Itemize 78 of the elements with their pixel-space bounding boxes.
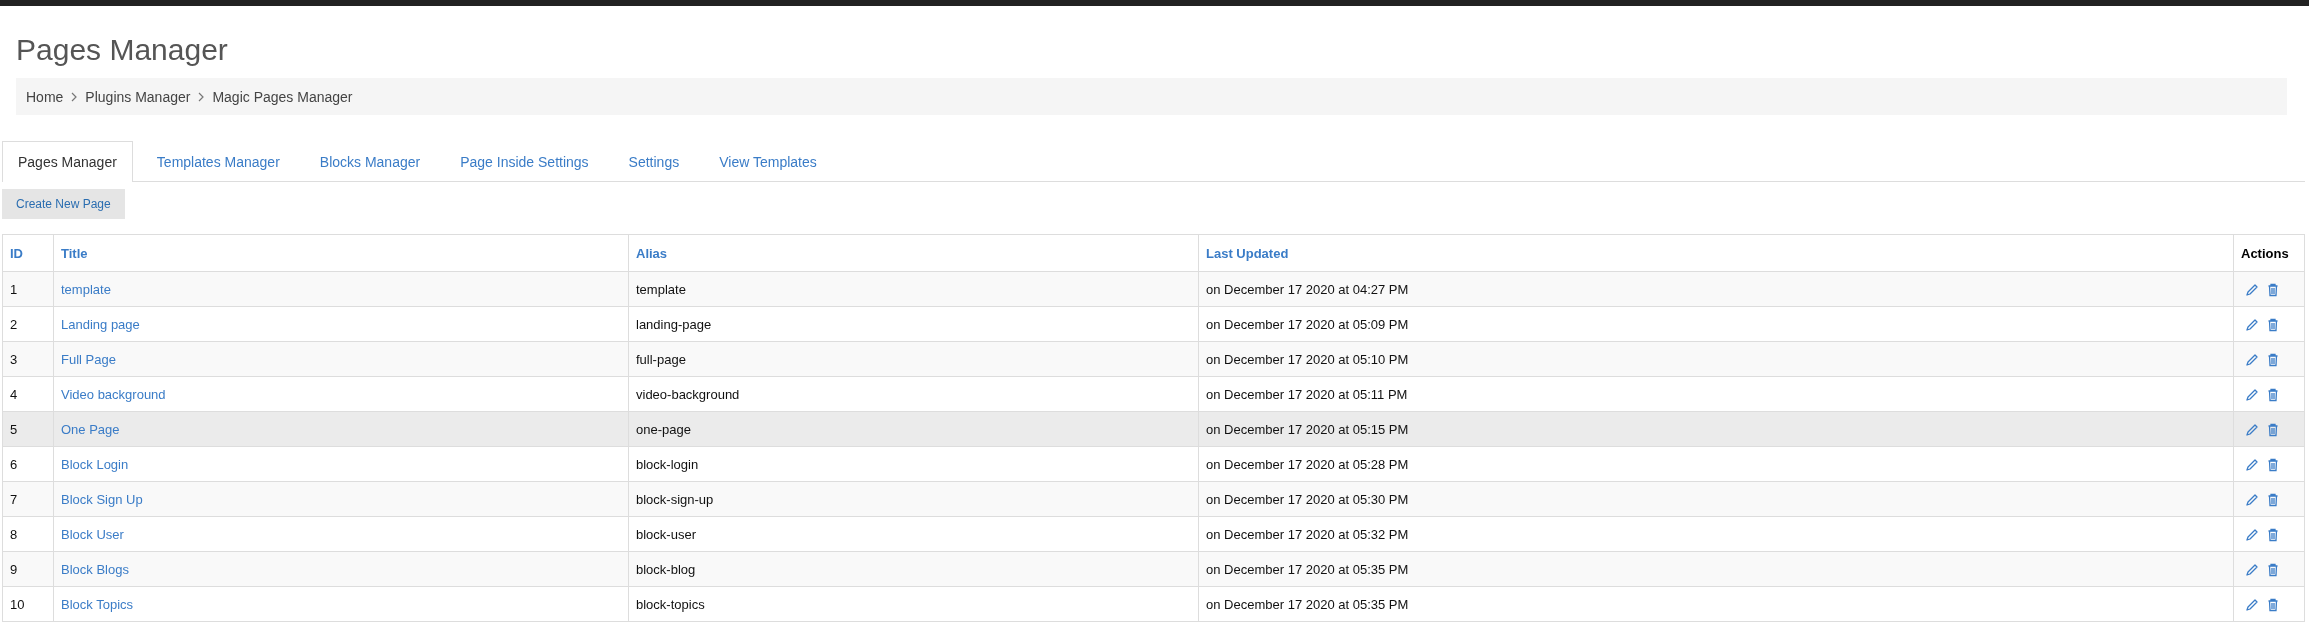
table-cell: 10 bbox=[10, 596, 25, 612]
table-cell: on December 17 2020 at 05:28 PM bbox=[1206, 456, 1409, 472]
pencil-icon[interactable] bbox=[2245, 492, 2259, 507]
table-cell: 7 bbox=[10, 491, 18, 507]
tab[interactable]: View Templates bbox=[703, 141, 833, 181]
table-cell: 3 bbox=[10, 351, 18, 367]
page-title-link[interactable]: Block Blogs bbox=[61, 561, 129, 577]
table-cell: block-topics bbox=[636, 596, 705, 612]
trash-icon[interactable] bbox=[2267, 352, 2279, 367]
breadcrumb-link[interactable]: Plugins Manager bbox=[85, 88, 191, 105]
table-cell: on December 17 2020 at 05:32 PM bbox=[1206, 526, 1409, 542]
trash-icon[interactable] bbox=[2267, 422, 2279, 437]
page-title-link[interactable]: Block Login bbox=[61, 456, 129, 472]
tab[interactable]: Settings bbox=[612, 141, 696, 181]
table-cell: on December 17 2020 at 05:35 PM bbox=[1206, 561, 1409, 577]
column-header[interactable]: Alias bbox=[636, 245, 668, 261]
pencil-icon[interactable] bbox=[2245, 352, 2259, 367]
breadcrumb-link[interactable]: Magic Pages Manager bbox=[212, 88, 353, 105]
pencil-icon[interactable] bbox=[2245, 422, 2259, 437]
chevron-right-icon[interactable] bbox=[70, 91, 79, 102]
page-title-link[interactable]: Full Page bbox=[61, 351, 116, 367]
trash-icon[interactable] bbox=[2267, 492, 2279, 507]
tab[interactable]: Blocks Manager bbox=[303, 141, 437, 181]
pencil-icon[interactable] bbox=[2245, 387, 2259, 402]
create-page-button[interactable]: Create New Page bbox=[2, 189, 125, 219]
table-cell: 2 bbox=[10, 316, 18, 332]
table-cell: template bbox=[636, 281, 686, 297]
table-cell: 9 bbox=[10, 561, 18, 577]
table-cell: on December 17 2020 at 05:30 PM bbox=[1206, 491, 1409, 507]
table-cell: on December 17 2020 at 05:10 PM bbox=[1206, 351, 1409, 367]
table-cell: 4 bbox=[10, 386, 18, 402]
pencil-icon[interactable] bbox=[2245, 597, 2259, 612]
table-cell: on December 17 2020 at 05:11 PM bbox=[1206, 386, 1408, 402]
pencil-icon[interactable] bbox=[2245, 562, 2259, 577]
table-cell: block-sign-up bbox=[636, 491, 714, 507]
table-cell: 6 bbox=[10, 456, 18, 472]
page-title-link[interactable]: Block User bbox=[61, 526, 124, 542]
pencil-icon[interactable] bbox=[2245, 282, 2259, 297]
tab[interactable]: Templates Manager bbox=[140, 141, 296, 181]
chevron-right-icon[interactable] bbox=[197, 91, 206, 102]
page-title-link[interactable]: Block Topics bbox=[61, 596, 133, 612]
column-header[interactable]: ID bbox=[10, 245, 23, 261]
page-title-link[interactable]: One Page bbox=[61, 421, 120, 437]
table-cell: on December 17 2020 at 05:15 PM bbox=[1206, 421, 1409, 437]
table-cell: block-blog bbox=[636, 561, 696, 577]
table-cell: video-background bbox=[636, 386, 740, 402]
table-cell: landing-page bbox=[636, 316, 712, 332]
trash-icon[interactable] bbox=[2267, 282, 2279, 297]
pencil-icon[interactable] bbox=[2245, 457, 2259, 472]
table-cell: 5 bbox=[10, 421, 18, 437]
table-cell: one-page bbox=[636, 421, 691, 437]
tab[interactable]: Pages Manager bbox=[2, 141, 133, 182]
table-cell: on December 17 2020 at 05:35 PM bbox=[1206, 596, 1409, 612]
column-header[interactable]: Title bbox=[61, 245, 88, 261]
trash-icon[interactable] bbox=[2267, 317, 2279, 332]
page-title-link[interactable]: template bbox=[61, 281, 111, 297]
table-cell: full-page bbox=[636, 351, 686, 367]
column-header: Actions bbox=[2241, 245, 2289, 261]
breadcrumb-link[interactable]: Home bbox=[26, 88, 64, 105]
pencil-icon[interactable] bbox=[2245, 317, 2259, 332]
table-cell: 8 bbox=[10, 526, 18, 542]
column-header[interactable]: Last Updated bbox=[1206, 245, 1289, 261]
page-title-link[interactable]: Landing page bbox=[61, 316, 140, 332]
trash-icon[interactable] bbox=[2267, 457, 2279, 472]
pencil-icon[interactable] bbox=[2245, 527, 2259, 542]
table-cell: 1 bbox=[10, 281, 18, 297]
table-cell: block-user bbox=[636, 526, 696, 542]
trash-icon[interactable] bbox=[2267, 527, 2279, 542]
trash-icon[interactable] bbox=[2267, 387, 2279, 402]
trash-icon[interactable] bbox=[2267, 597, 2279, 612]
tab[interactable]: Page Inside Settings bbox=[444, 141, 605, 181]
page-title-link[interactable]: Video background bbox=[61, 386, 166, 402]
page-title: Pages Manager bbox=[16, 32, 229, 68]
table-cell: on December 17 2020 at 04:27 PM bbox=[1206, 281, 1409, 297]
trash-icon[interactable] bbox=[2267, 562, 2279, 577]
table-cell: block-login bbox=[636, 456, 699, 472]
table-cell: on December 17 2020 at 05:09 PM bbox=[1206, 316, 1409, 332]
page-title-link[interactable]: Block Sign Up bbox=[61, 491, 143, 507]
